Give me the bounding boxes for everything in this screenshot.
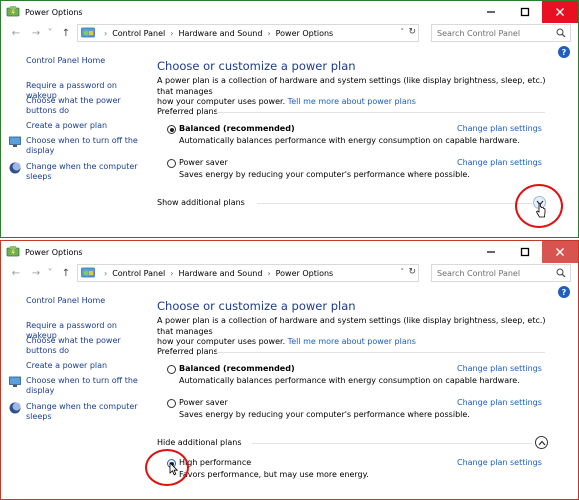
collapse-additional-plans-button[interactable]: [535, 436, 548, 449]
group-divider: [215, 112, 545, 113]
description-line: A power plan is a collection of hardware…: [157, 316, 546, 336]
window-title: Power Options: [25, 247, 83, 257]
high-performance-plan-description: Favors performance, but may use more ene…: [179, 470, 369, 479]
balanced-plan-description: Automatically balances performance with …: [179, 376, 520, 385]
page-description: A power plan is a collection of hardware…: [157, 76, 552, 108]
power-options-icon: [6, 6, 20, 17]
power-options-window-after: Power Options ← → ˅ ↑ › Control Panel ›: [0, 240, 579, 500]
additional-plans-divider: [257, 203, 532, 204]
balanced-plan-description: Automatically balances performance with …: [179, 136, 520, 145]
link-line: buttons do: [26, 346, 70, 355]
chevron-up-icon: [538, 440, 545, 445]
balanced-plan-radio[interactable]: [167, 125, 176, 134]
control-panel-icon: [81, 27, 95, 38]
learn-more-link[interactable]: Tell me more about power plans: [288, 337, 416, 346]
recent-locations-chevron-icon[interactable]: ˅: [45, 26, 55, 40]
link-line: sleeps: [26, 412, 52, 421]
additional-plans-divider: [252, 443, 532, 444]
breadcrumb-separator-icon: ›: [104, 28, 108, 38]
sidebar-sleep-link[interactable]: Change when the computer sleeps: [26, 162, 146, 182]
balanced-change-settings-link[interactable]: Change plan settings: [457, 364, 542, 373]
sidebar-power-buttons-link[interactable]: Choose what the power buttons do: [26, 336, 146, 356]
learn-more-link[interactable]: Tell me more about power plans: [288, 97, 416, 106]
sidebar-power-buttons-link[interactable]: Choose what the power buttons do: [26, 96, 146, 116]
forward-arrow-icon[interactable]: →: [29, 266, 43, 280]
power-options-window-before: Power Options ← → ˅ ↑ › Control Panel ›: [0, 0, 579, 238]
description-line: A power plan is a collection of hardware…: [157, 76, 546, 96]
power-saver-plan-radio[interactable]: [167, 159, 176, 168]
main-content: Choose or customize a power plan A power…: [157, 1, 567, 237]
high-performance-change-settings-link[interactable]: Change plan settings: [457, 458, 542, 467]
link-line: display: [26, 386, 55, 395]
sidebar-home-link[interactable]: Control Panel Home: [26, 296, 105, 305]
sleep-moon-icon: [9, 162, 21, 174]
page-title: Choose or customize a power plan: [157, 59, 356, 73]
group-divider: [215, 352, 545, 353]
link-line: buttons do: [26, 106, 70, 115]
main-content: Choose or customize a power plan A power…: [145, 241, 567, 499]
balanced-change-settings-link[interactable]: Change plan settings: [457, 124, 542, 133]
sidebar-sleep-link[interactable]: Change when the computer sleeps: [26, 402, 146, 422]
up-arrow-icon[interactable]: ↑: [59, 266, 73, 280]
back-arrow-icon[interactable]: ←: [9, 26, 23, 40]
sidebar-create-plan-link[interactable]: Create a power plan: [26, 361, 146, 371]
back-arrow-icon[interactable]: ←: [9, 266, 23, 280]
preferred-plans-label: Preferred plans: [157, 107, 218, 116]
sidebar-display-off-link[interactable]: Choose when to turn off the display: [26, 376, 146, 396]
power-saver-change-settings-link[interactable]: Change plan settings: [457, 158, 542, 167]
power-saver-plan-description: Saves energy by reducing your computer's…: [179, 410, 470, 419]
forward-arrow-icon[interactable]: →: [29, 26, 43, 40]
power-saver-plan-name[interactable]: Power saver: [179, 158, 228, 167]
annotation-highlight-ring: [145, 449, 189, 486]
recent-locations-chevron-icon[interactable]: ˅: [45, 266, 55, 280]
link-line: Choose when to turn off the: [26, 136, 138, 145]
hide-additional-plans-label[interactable]: Hide additional plans: [157, 438, 242, 447]
page-description: A power plan is a collection of hardware…: [157, 316, 552, 348]
link-line: display: [26, 146, 55, 155]
power-options-icon: [6, 246, 20, 257]
control-panel-icon: [81, 267, 95, 278]
up-arrow-icon[interactable]: ↑: [59, 26, 73, 40]
balanced-plan-name[interactable]: Balanced (recommended): [179, 124, 295, 133]
power-saver-plan-description: Saves energy by reducing your computer's…: [179, 170, 470, 179]
link-line: Change when the computer: [26, 402, 138, 411]
sidebar-home-link[interactable]: Control Panel Home: [26, 56, 105, 65]
display-icon: [9, 376, 21, 387]
power-saver-change-settings-link[interactable]: Change plan settings: [457, 398, 542, 407]
link-line: Choose what the power: [26, 96, 121, 105]
window-title: Power Options: [25, 7, 83, 17]
balanced-plan-name[interactable]: Balanced (recommended): [179, 364, 295, 373]
show-additional-plans-label[interactable]: Show additional plans: [157, 198, 245, 207]
power-saver-plan-radio[interactable]: [167, 399, 176, 408]
link-line: Choose what the power: [26, 336, 121, 345]
sleep-moon-icon: [9, 402, 21, 414]
breadcrumb-separator-icon: ›: [104, 268, 108, 278]
link-line: sleeps: [26, 172, 52, 181]
page-title: Choose or customize a power plan: [157, 299, 356, 313]
link-line: Change when the computer: [26, 162, 138, 171]
balanced-plan-radio[interactable]: [167, 365, 176, 374]
description-line: how your computer uses power.: [157, 97, 286, 106]
preferred-plans-label: Preferred plans: [157, 347, 218, 356]
power-saver-plan-name[interactable]: Power saver: [179, 398, 228, 407]
description-line: how your computer uses power.: [157, 337, 286, 346]
annotation-highlight-ring: [515, 184, 563, 228]
sidebar-create-plan-link[interactable]: Create a power plan: [26, 121, 146, 131]
sidebar-display-off-link[interactable]: Choose when to turn off the display: [26, 136, 146, 156]
display-icon: [9, 136, 21, 147]
high-performance-plan-name[interactable]: High performance: [179, 458, 251, 467]
link-line: Choose when to turn off the: [26, 376, 138, 385]
